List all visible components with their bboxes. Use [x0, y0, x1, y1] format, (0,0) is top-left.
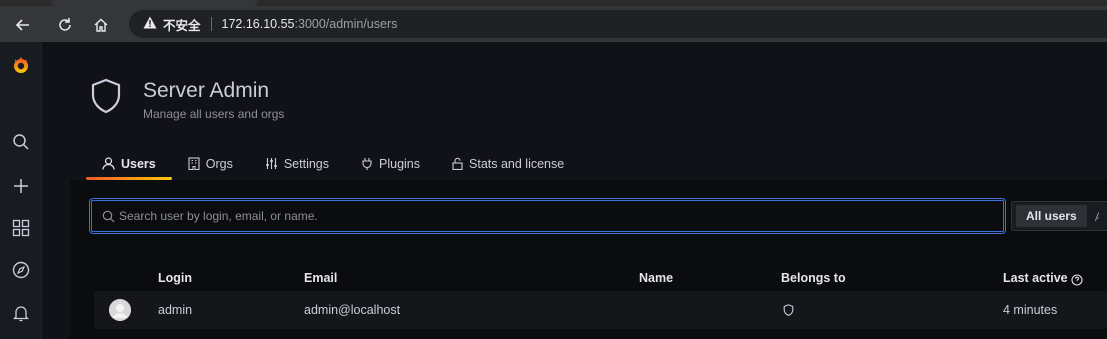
users-panel: All users A Login Email Name Belongs to … [70, 180, 1107, 339]
warning-icon [143, 16, 157, 32]
info-icon[interactable] [1071, 274, 1083, 286]
search-icon[interactable] [0, 127, 42, 157]
plug-icon [361, 157, 373, 170]
tab-users[interactable]: Users [86, 154, 172, 180]
user-filter-group: All users A [1011, 201, 1107, 231]
sliders-icon [265, 157, 278, 170]
column-email[interactable]: Email [304, 271, 337, 285]
user-icon [102, 157, 115, 170]
main-area: Server Admin Manage all users and orgs U… [42, 42, 1107, 339]
tab-label: Orgs [205, 157, 233, 171]
search-icon [102, 210, 115, 223]
table-header: Login Email Name Belongs to Last active [70, 268, 1107, 290]
browser-toolbar: 不安全 172.16.10.55:3000/admin/users [0, 6, 1107, 42]
cell-email[interactable]: admin@localhost [304, 303, 400, 317]
shield-icon [783, 304, 794, 319]
search-input[interactable] [119, 209, 979, 223]
filter-next-option[interactable]: A [1095, 210, 1099, 222]
tab-label: Settings [283, 157, 330, 171]
url-path: :3000/admin/users [294, 17, 398, 31]
cell-last-active: 4 minutes [1003, 303, 1058, 317]
security-label: 不安全 [163, 18, 201, 33]
column-name[interactable]: Name [639, 271, 673, 285]
search-box[interactable] [91, 200, 1004, 232]
reload-icon[interactable] [52, 12, 78, 38]
column-last-active[interactable]: Last active [1003, 271, 1083, 286]
tab-plugins[interactable]: Plugins [345, 154, 436, 180]
home-icon[interactable] [88, 12, 114, 38]
lock-icon [452, 157, 463, 170]
column-belongs-to: Belongs to [781, 271, 846, 285]
admin-tabs: Users Orgs Settings Plugins Stats and li… [86, 154, 580, 180]
column-label: Last active [1003, 271, 1068, 285]
filter-all-users-button[interactable]: All users [1016, 205, 1087, 227]
cell-login[interactable]: admin [158, 303, 192, 317]
tab-stats-and-license[interactable]: Stats and license [436, 154, 580, 180]
table-row[interactable]: admin admin@localhost 4 minutes [94, 291, 1107, 329]
tab-label: Stats and license [469, 157, 565, 171]
alerting-icon[interactable] [0, 298, 42, 328]
shield-icon [90, 78, 122, 119]
tab-label: Users [121, 157, 156, 171]
tab-label: Plugins [379, 157, 421, 171]
side-menu [0, 42, 42, 339]
avatar[interactable] [109, 299, 131, 321]
tab-orgs[interactable]: Orgs [172, 154, 249, 180]
page-title: Server Admin [143, 79, 270, 102]
explore-icon[interactable] [0, 255, 42, 285]
page-subtitle: Manage all users and orgs [143, 107, 285, 121]
tab-settings[interactable]: Settings [249, 154, 345, 180]
back-icon[interactable] [10, 12, 36, 38]
dashboards-icon[interactable] [0, 213, 42, 243]
building-icon [188, 157, 200, 170]
grafana-logo[interactable] [0, 50, 42, 80]
column-login[interactable]: Login [158, 271, 192, 285]
url-host: 172.16.10.55 [221, 17, 295, 31]
page-header: Server Admin Manage all users and orgs U… [42, 42, 1107, 180]
address-bar[interactable]: 不安全 172.16.10.55:3000/admin/users [129, 10, 1107, 38]
address-separator [210, 17, 212, 31]
plus-icon[interactable] [0, 171, 42, 201]
security-indicator[interactable]: 不安全 [143, 15, 201, 34]
